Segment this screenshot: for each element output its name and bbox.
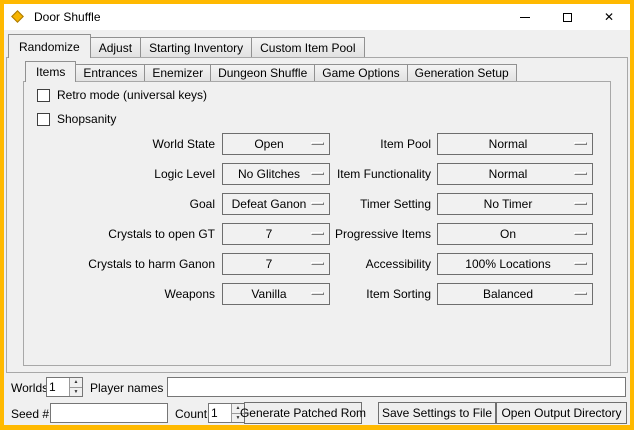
crystals-open-gt-label: Crystals to open GT [37, 227, 215, 241]
goal-label: Goal [37, 197, 215, 211]
worlds-label: Worlds [11, 381, 48, 395]
tab-entrances[interactable]: Entrances [75, 64, 145, 81]
sub-tab-bar: Items Entrances Enemizer Dungeon Shuffle… [25, 61, 517, 82]
item-sorting-dropdown[interactable]: Balanced [437, 283, 593, 305]
weapons-label: Weapons [37, 287, 215, 301]
accessibility-row: Accessibility 100% Locations [231, 253, 593, 275]
item-pool-row: Item Pool Normal [231, 133, 593, 155]
maximize-button[interactable] [546, 4, 588, 30]
player-names-label: Player names [90, 381, 163, 395]
logic-level-label: Logic Level [37, 167, 215, 181]
tab-starting-inventory[interactable]: Starting Inventory [140, 37, 252, 57]
spin-down-icon[interactable]: ▼ [70, 387, 82, 397]
accessibility-value: 100% Locations [465, 257, 550, 271]
progressive-items-label: Progressive Items [231, 227, 431, 241]
minimize-button[interactable] [504, 4, 546, 30]
count-label: Count [175, 407, 207, 421]
titlebar: Door Shuffle ✕ [4, 4, 630, 30]
app-icon-diamond [11, 10, 24, 23]
item-sorting-label: Item Sorting [231, 287, 431, 301]
client-area: Randomize Adjust Starting Inventory Cust… [4, 30, 630, 425]
seed-label: Seed # [11, 407, 49, 421]
dropdown-indicator-icon [574, 262, 587, 265]
timer-setting-row: Timer Setting No Timer [231, 193, 593, 215]
tab-adjust[interactable]: Adjust [90, 37, 141, 57]
minimize-icon [520, 17, 530, 18]
shopsanity-label: Shopsanity [57, 112, 116, 126]
generate-patched-rom-button[interactable]: Generate Patched Rom [244, 402, 362, 424]
retro-mode-checkbox[interactable] [37, 89, 50, 102]
retro-mode-label: Retro mode (universal keys) [57, 88, 207, 102]
dropdown-indicator-icon [574, 142, 587, 145]
dropdown-indicator-icon [574, 202, 587, 205]
spin-up-icon[interactable]: ▲ [70, 378, 82, 387]
open-output-directory-button[interactable]: Open Output Directory [496, 402, 627, 424]
timer-setting-label: Timer Setting [231, 197, 431, 211]
close-icon: ✕ [604, 11, 614, 23]
main-tab-bar: Randomize Adjust Starting Inventory Cust… [8, 34, 365, 58]
close-button[interactable]: ✕ [588, 4, 630, 30]
worlds-spinner: ▲ ▼ [46, 377, 83, 397]
accessibility-dropdown[interactable]: 100% Locations [437, 253, 593, 275]
dropdown-indicator-icon [574, 292, 587, 295]
timer-setting-dropdown[interactable]: No Timer [437, 193, 593, 215]
item-sorting-row: Item Sorting Balanced [231, 283, 593, 305]
seed-input[interactable] [50, 403, 168, 423]
door-shuffle-window: Door Shuffle ✕ Randomize Adjust Starting… [0, 0, 634, 430]
tab-randomize[interactable]: Randomize [8, 34, 91, 58]
world-state-label: World State [37, 137, 215, 151]
maximize-icon [563, 13, 572, 22]
item-pool-dropdown[interactable]: Normal [437, 133, 593, 155]
timer-setting-value: No Timer [484, 197, 533, 211]
tab-custom-item-pool[interactable]: Custom Item Pool [251, 37, 364, 57]
progressive-items-row: Progressive Items On [231, 223, 593, 245]
accessibility-label: Accessibility [231, 257, 431, 271]
shopsanity-checkbox[interactable] [37, 113, 50, 126]
count-input[interactable] [209, 404, 231, 422]
window-controls: ✕ [504, 4, 630, 30]
progressive-items-dropdown[interactable]: On [437, 223, 593, 245]
crystals-harm-ganon-label: Crystals to harm Ganon [37, 257, 215, 271]
shopsanity-row: Shopsanity [37, 112, 116, 126]
tab-generation-setup[interactable]: Generation Setup [407, 64, 517, 81]
worlds-spin-arrows: ▲ ▼ [69, 378, 82, 396]
dropdown-indicator-icon [574, 232, 587, 235]
dropdown-indicator-icon [574, 172, 587, 175]
item-functionality-dropdown[interactable]: Normal [437, 163, 593, 185]
tab-enemizer[interactable]: Enemizer [144, 64, 211, 81]
tab-items[interactable]: Items [25, 61, 76, 82]
item-functionality-label: Item Functionality [231, 167, 431, 181]
retro-mode-row: Retro mode (universal keys) [37, 88, 207, 102]
item-functionality-value: Normal [489, 167, 528, 181]
item-pool-label: Item Pool [231, 137, 431, 151]
tab-dungeon-shuffle[interactable]: Dungeon Shuffle [210, 64, 315, 81]
progressive-items-value: On [500, 227, 516, 241]
save-settings-button[interactable]: Save Settings to File [378, 402, 496, 424]
player-names-input[interactable] [167, 377, 626, 397]
window-title: Door Shuffle [34, 10, 101, 24]
tab-game-options[interactable]: Game Options [314, 64, 407, 81]
app-icon [10, 9, 26, 25]
worlds-input[interactable] [47, 378, 69, 396]
item-pool-value: Normal [489, 137, 528, 151]
item-functionality-row: Item Functionality Normal [231, 163, 593, 185]
item-sorting-value: Balanced [483, 287, 533, 301]
